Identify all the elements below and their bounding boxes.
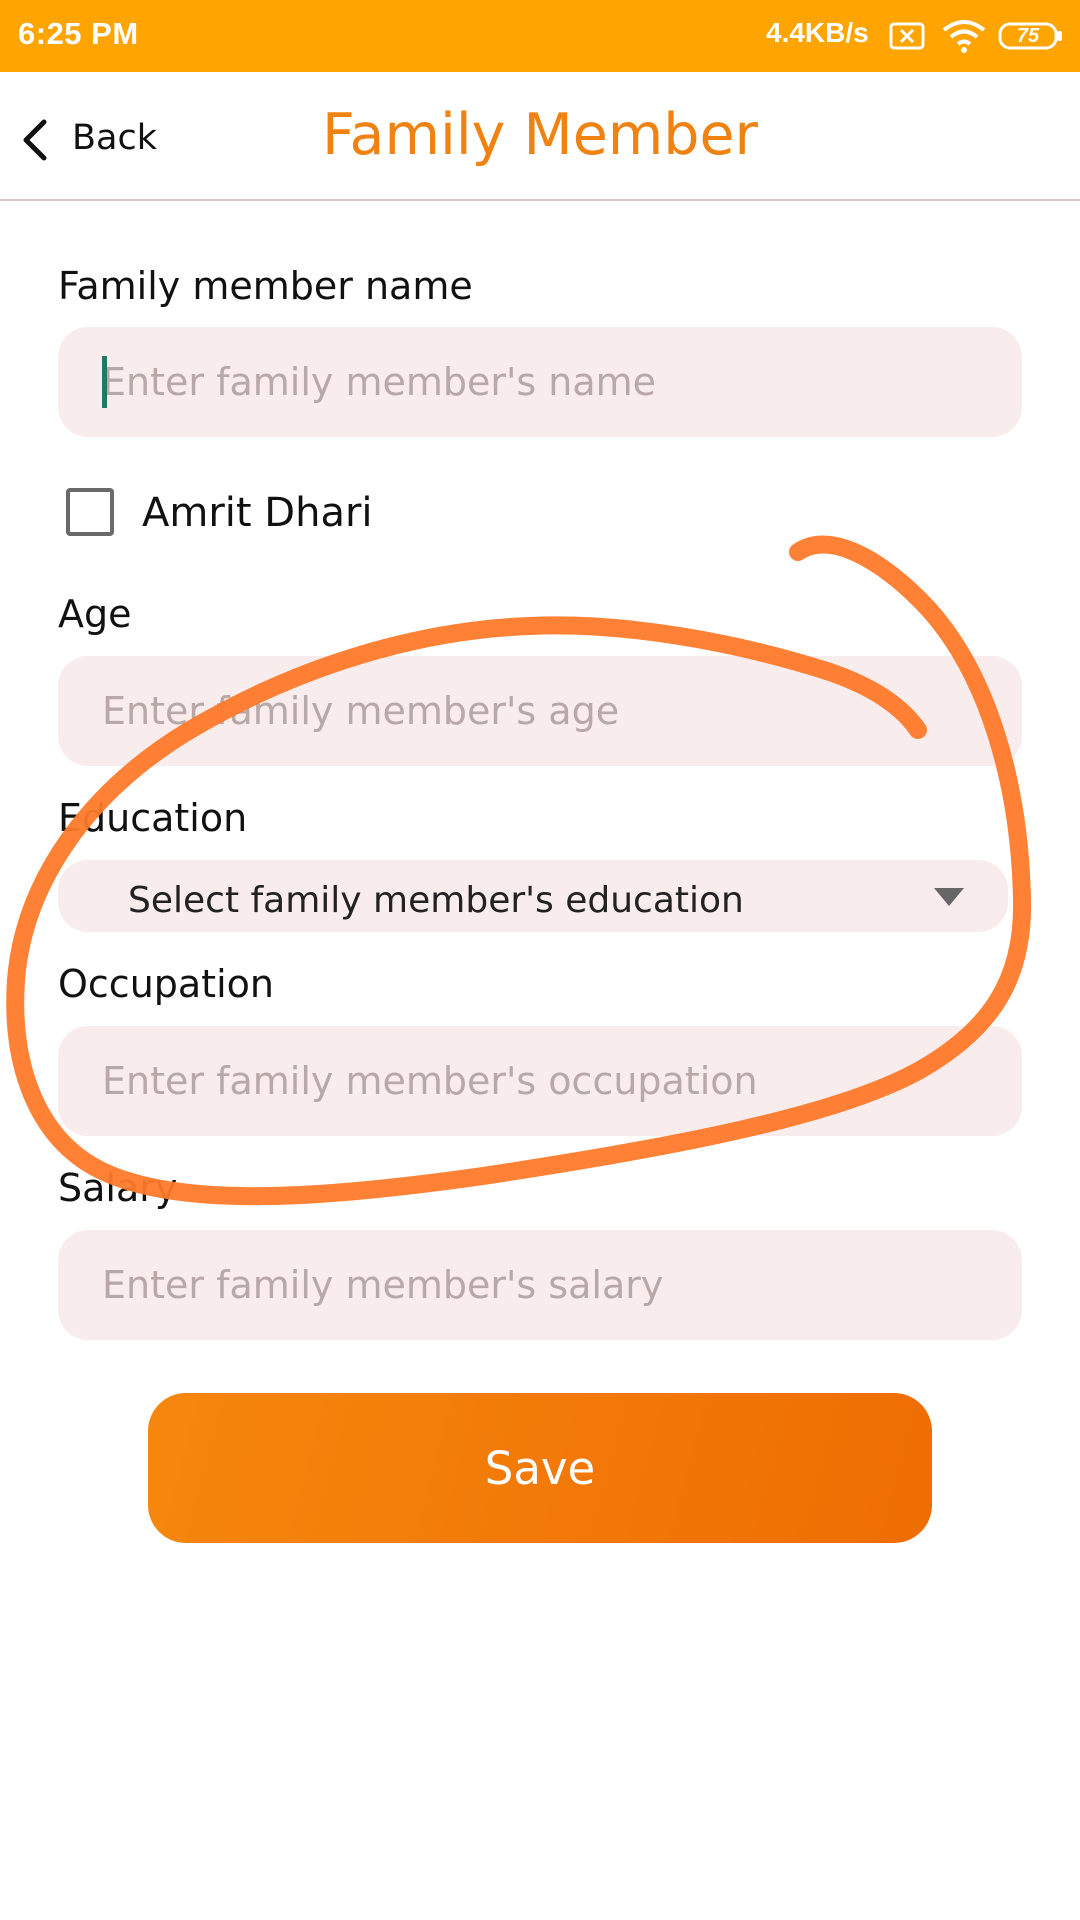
name-label: Family member name xyxy=(58,264,473,308)
education-dropdown[interactable]: Select family member's education xyxy=(58,860,1008,932)
wifi-icon xyxy=(942,20,986,53)
back-button[interactable]: Back xyxy=(20,112,170,172)
occupation-field-container xyxy=(58,1026,1022,1136)
text-cursor xyxy=(102,356,107,408)
salary-input[interactable] xyxy=(102,1230,982,1340)
education-selected-value: Select family member's education xyxy=(128,880,744,921)
occupation-input[interactable] xyxy=(102,1026,982,1136)
save-button[interactable]: Save xyxy=(148,1393,932,1543)
salary-label: Salary xyxy=(58,1166,178,1210)
status-time: 6:25 PM xyxy=(18,16,139,51)
salary-field-container xyxy=(58,1230,1022,1340)
age-input[interactable] xyxy=(102,656,982,766)
sim-x-icon xyxy=(889,22,925,50)
battery-level: 75 xyxy=(1016,25,1040,47)
amrit-dhari-label: Amrit Dhari xyxy=(142,490,373,536)
occupation-label: Occupation xyxy=(58,962,274,1006)
amrit-dhari-checkbox[interactable] xyxy=(66,488,114,536)
age-field-container xyxy=(58,656,1022,766)
age-label: Age xyxy=(58,592,132,636)
back-label: Back xyxy=(72,118,157,158)
name-input[interactable] xyxy=(102,327,982,437)
chevron-left-icon xyxy=(23,119,47,161)
name-field-container xyxy=(58,327,1022,437)
network-speed: 4.4KB/s xyxy=(766,17,869,48)
status-bar: 6:25 PM 4.4KB/s 75 xyxy=(0,0,1080,72)
education-label: Education xyxy=(58,796,248,840)
app-header: Back Family Member xyxy=(0,72,1080,201)
page-title: Family Member xyxy=(322,102,758,168)
dropdown-arrow-icon xyxy=(934,888,964,906)
